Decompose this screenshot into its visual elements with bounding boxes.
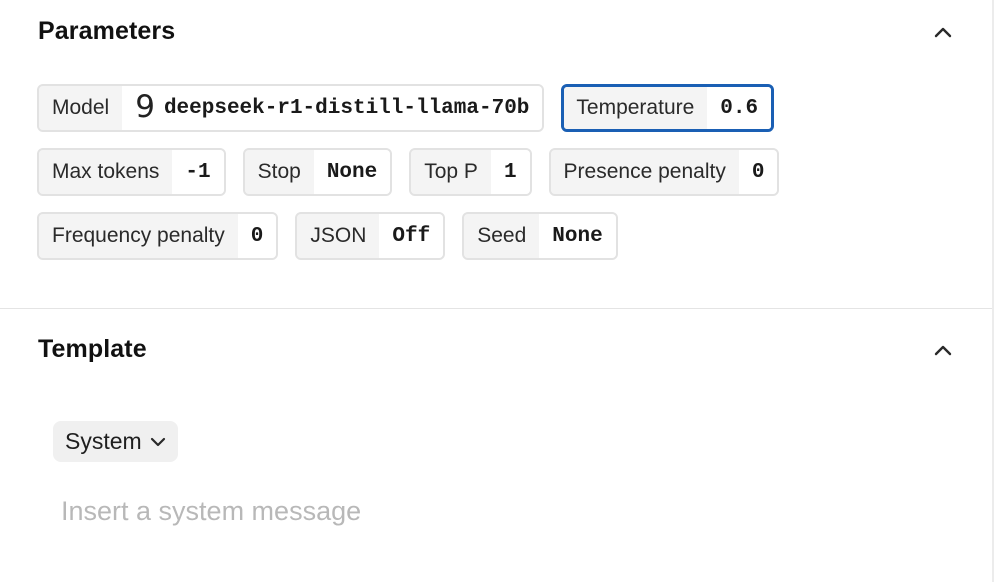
temperature-chip-label: Temperature	[564, 87, 708, 129]
playground-panel: Parameters Model 9 deepseek-r1-distill-l…	[0, 0, 994, 582]
temperature-chip[interactable]: Temperature 0.6	[561, 84, 775, 132]
chevron-up-icon	[934, 345, 952, 356]
seed-chip-label: Seed	[464, 214, 540, 258]
seed-chip-value: None	[539, 214, 616, 258]
model-provider-icon: 9	[135, 89, 155, 125]
top-p-chip[interactable]: Top P 1	[409, 148, 532, 196]
max-tokens-chip[interactable]: Max tokens -1	[37, 148, 226, 196]
model-chip-value-wrap: 9 deepseek-r1-distill-llama-70b	[122, 86, 543, 130]
template-section: Template System	[0, 310, 992, 582]
section-divider	[0, 308, 992, 309]
top-p-chip-label: Top P	[411, 150, 491, 194]
chevron-down-icon	[150, 437, 166, 447]
parameters-row-2: Max tokens -1 Stop None Top P 1 Presence…	[37, 148, 796, 196]
presence-penalty-chip[interactable]: Presence penalty 0	[548, 148, 780, 196]
seed-chip[interactable]: Seed None	[462, 212, 618, 260]
frequency-penalty-chip[interactable]: Frequency penalty 0	[37, 212, 279, 260]
json-chip-value: Off	[379, 214, 444, 258]
parameters-row-3: Frequency penalty 0 JSON Off Seed None	[37, 212, 635, 260]
model-chip-label: Model	[39, 86, 123, 130]
json-chip-label: JSON	[297, 214, 380, 258]
parameters-collapse-button[interactable]	[928, 17, 958, 47]
stop-chip-label: Stop	[244, 150, 314, 194]
presence-penalty-chip-label: Presence penalty	[550, 150, 739, 194]
template-title: Template	[38, 335, 147, 363]
model-chip[interactable]: Model 9 deepseek-r1-distill-llama-70b	[37, 84, 545, 132]
max-tokens-chip-value: -1	[172, 150, 224, 194]
temperature-chip-value: 0.6	[707, 87, 772, 129]
parameters-row-1: Model 9 deepseek-r1-distill-llama-70b Te…	[37, 84, 791, 132]
top-p-chip-value: 1	[490, 150, 530, 194]
presence-penalty-chip-value: 0	[738, 150, 778, 194]
frequency-penalty-chip-value: 0	[237, 214, 277, 258]
json-chip[interactable]: JSON Off	[295, 212, 446, 260]
chevron-up-icon	[934, 27, 952, 38]
max-tokens-chip-label: Max tokens	[39, 150, 173, 194]
model-chip-value: deepseek-r1-distill-llama-70b	[163, 96, 530, 120]
stop-chip-value: None	[313, 150, 391, 194]
system-message-input[interactable]	[61, 490, 941, 532]
parameters-title: Parameters	[38, 17, 176, 45]
template-collapse-button[interactable]	[928, 335, 958, 365]
frequency-penalty-chip-label: Frequency penalty	[39, 214, 238, 258]
stop-chip[interactable]: Stop None	[242, 148, 393, 196]
parameters-section: Parameters Model 9 deepseek-r1-distill-l…	[0, 0, 992, 309]
role-select-label: System	[65, 428, 142, 454]
role-select[interactable]: System	[53, 421, 178, 462]
